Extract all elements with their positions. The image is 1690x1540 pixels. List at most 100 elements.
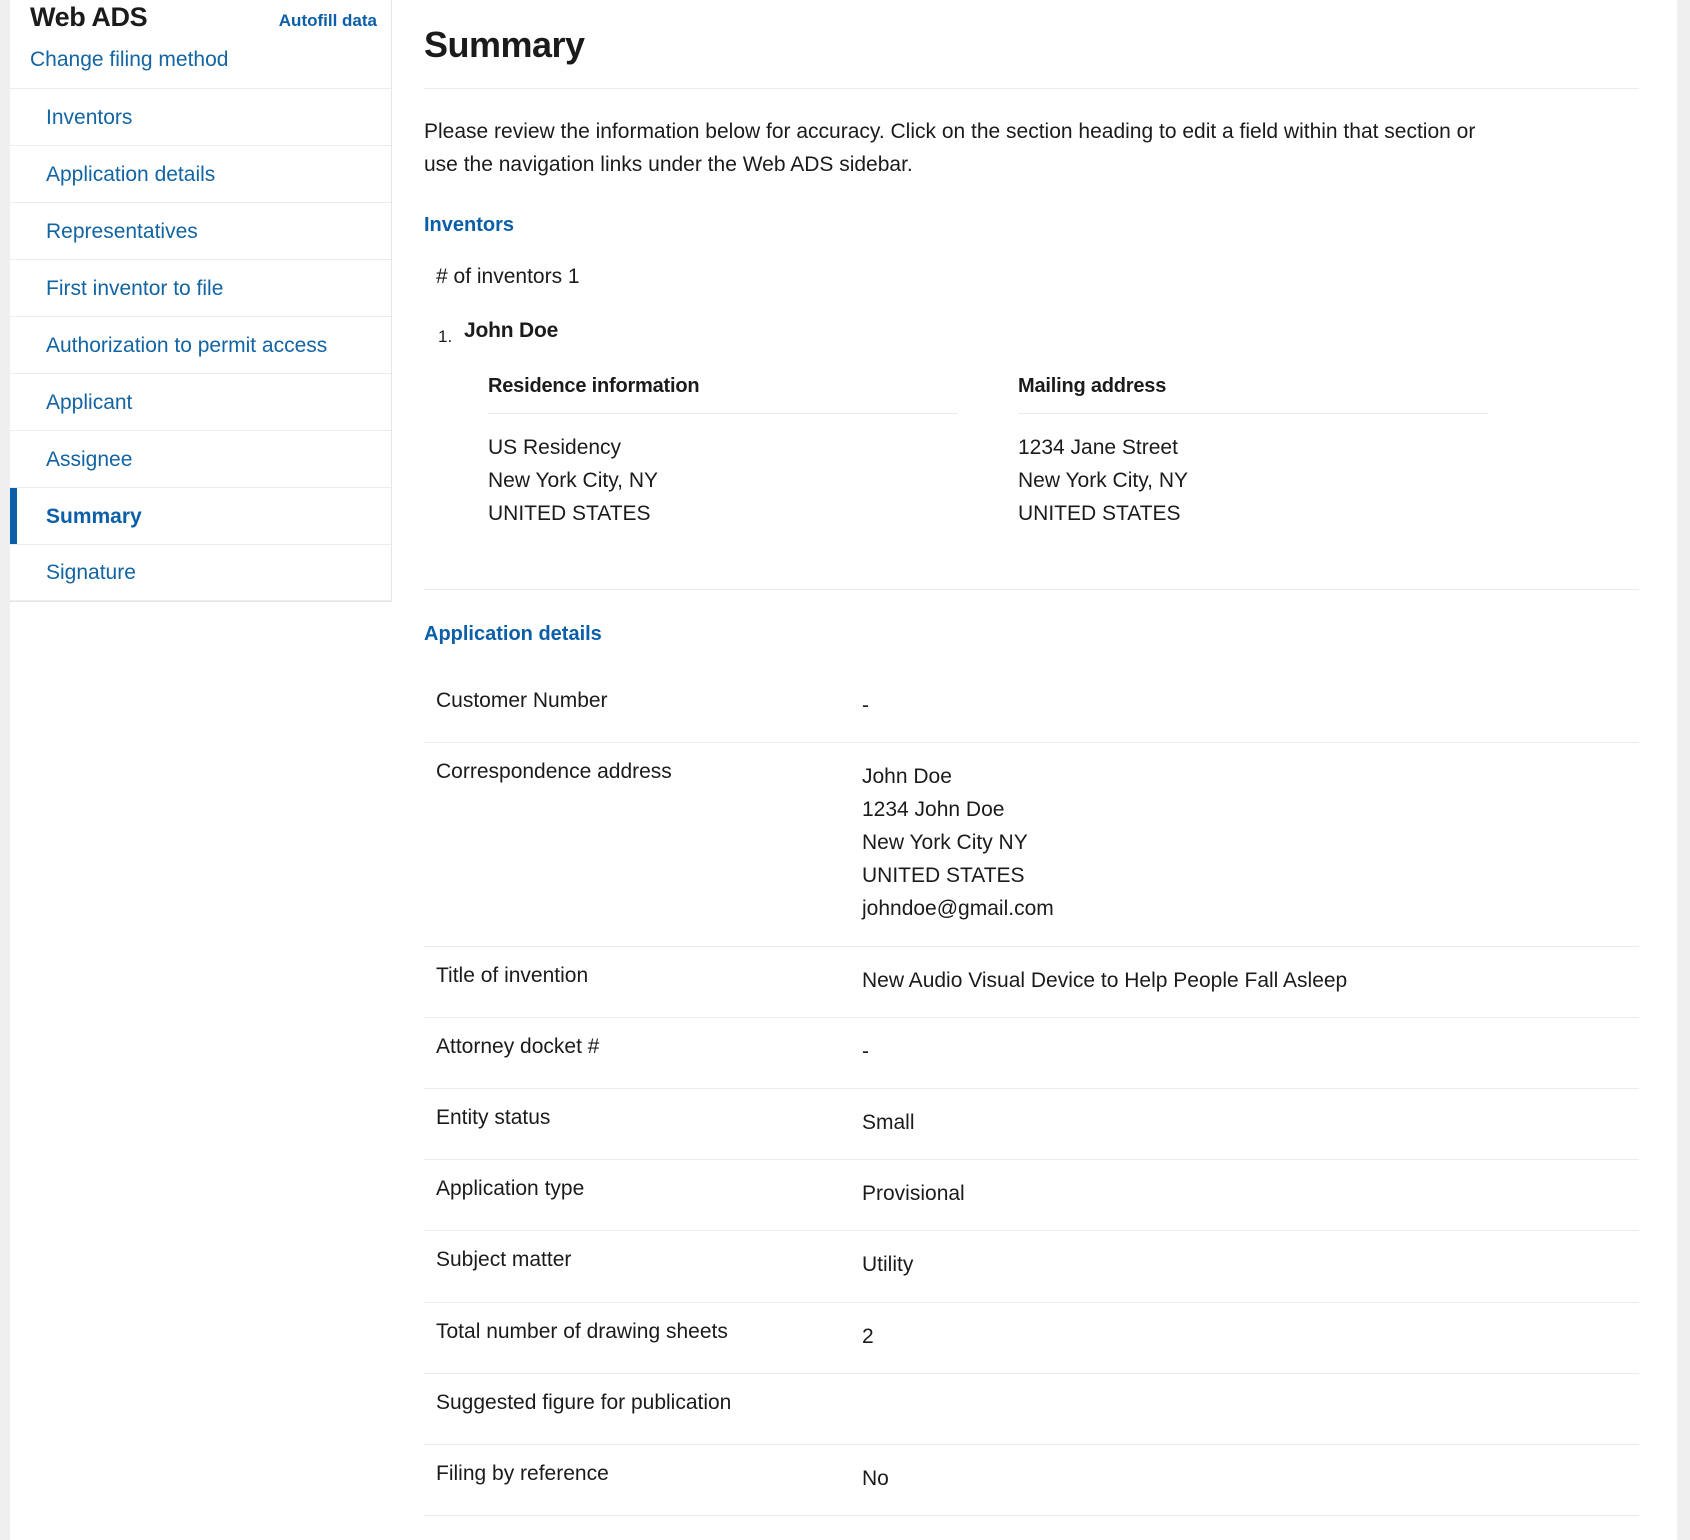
residence-address-lines: US Residency New York City, NY UNITED STAT… bbox=[488, 431, 958, 531]
sidebar-item-first-inventor-to-file[interactable]: First inventor to file bbox=[10, 259, 391, 316]
detail-value-lines: New Audio Visual Device to Help People F… bbox=[862, 964, 1639, 997]
detail-value-lines: Utility bbox=[862, 1248, 1639, 1281]
detail-value: New Audio Visual Device to Help People F… bbox=[852, 946, 1639, 1018]
inventors-section-divider bbox=[424, 588, 1639, 590]
mailing-address-title: Mailing address bbox=[1018, 375, 1488, 415]
sidebar-item-applicant[interactable]: Applicant bbox=[10, 373, 391, 430]
table-row: Application type Provisional bbox=[424, 1159, 1639, 1232]
sidebar-item-signature[interactable]: Signature bbox=[10, 544, 391, 601]
table-row: Correspondence address John Doe 1234 John … bbox=[424, 742, 1639, 947]
detail-value-lines: 2 bbox=[862, 1320, 1639, 1353]
sidebar-header: Web ADS Autofill data bbox=[10, 0, 391, 34]
detail-label: Total number of drawing sheets bbox=[424, 1302, 852, 1374]
sidebar-nav-list: Inventors Application details Representati… bbox=[10, 88, 391, 601]
residence-address-title: Residence information bbox=[488, 375, 958, 415]
detail-value-line: johndoe@gmail.com bbox=[862, 897, 1054, 921]
detail-value-line: New York City NY bbox=[862, 831, 1028, 855]
inventors-container: 1. John Doe Residence information US Reside… bbox=[424, 319, 1639, 531]
table-row: Customer Number - bbox=[424, 671, 1639, 743]
summary-main-content: Summary Please review the information be… bbox=[424, 0, 1639, 1517]
detail-value-line: John Doe bbox=[862, 764, 952, 788]
page-title: Summary bbox=[424, 24, 585, 65]
autofill-data-link[interactable]: Autofill data bbox=[279, 4, 377, 38]
detail-label: Customer Number bbox=[424, 671, 852, 743]
inventor-address-columns: Residence information US Residency New Yor… bbox=[464, 375, 1639, 531]
detail-label: Correspondence address bbox=[424, 742, 852, 947]
detail-value-line: Provisional bbox=[862, 1182, 965, 1206]
left-gutter bbox=[0, 0, 10, 1540]
detail-value-lines: John Doe 1234 John Doe New York City NY UNI… bbox=[862, 760, 1639, 926]
section-heading-application-details[interactable]: Application details bbox=[424, 623, 602, 646]
intro-paragraph: Please review the information below for … bbox=[424, 120, 1476, 176]
sidebar-item-label[interactable]: First inventor to file bbox=[10, 260, 391, 317]
section-heading-inventors[interactable]: Inventors bbox=[424, 214, 514, 237]
sidebar-item-label[interactable]: Authorization to permit access bbox=[10, 317, 391, 374]
residence-address-column: Residence information US Residency New Yor… bbox=[488, 375, 958, 531]
sidebar-item-label[interactable]: Inventors bbox=[10, 89, 391, 146]
detail-label: Attorney docket # bbox=[424, 1017, 852, 1089]
detail-label: Subject matter bbox=[424, 1230, 852, 1303]
detail-value: John Doe 1234 John Doe New York City NY UNI… bbox=[852, 742, 1639, 947]
sidebar-item-label[interactable]: Applicant bbox=[10, 374, 391, 431]
table-row: Subject matter Utility bbox=[424, 1230, 1639, 1303]
inventor-body: John Doe Residence information US Residenc… bbox=[464, 319, 1639, 531]
detail-value bbox=[852, 1373, 1639, 1445]
detail-value-lines: Small bbox=[862, 1106, 1639, 1139]
right-scrollbar-gutter[interactable] bbox=[1677, 0, 1690, 1540]
detail-value-lines bbox=[862, 1391, 1639, 1424]
mailing-address-lines: 1234 Jane Street New York City, NY UNITED … bbox=[1018, 431, 1488, 531]
detail-value: Utility bbox=[852, 1230, 1639, 1303]
web-ads-sidebar: Web ADS Autofill data Change filing meth… bbox=[10, 0, 392, 602]
detail-value: - bbox=[852, 1017, 1639, 1089]
address-line: New York City, NY bbox=[488, 469, 658, 493]
sidebar-item-inventors[interactable]: Inventors bbox=[10, 88, 391, 145]
detail-value-line: 2 bbox=[862, 1324, 874, 1348]
sidebar-item-application-details[interactable]: Application details bbox=[10, 145, 391, 202]
inventor-name: John Doe bbox=[464, 319, 559, 343]
sidebar-item-label[interactable]: Representatives bbox=[10, 203, 391, 260]
sidebar-item-label[interactable]: Application details bbox=[10, 146, 391, 203]
sidebar-item-representatives[interactable]: Representatives bbox=[10, 202, 391, 259]
address-line: US Residency bbox=[488, 436, 622, 460]
table-row: Entity status Small bbox=[424, 1088, 1639, 1161]
detail-value-line: Small bbox=[862, 1110, 915, 1134]
inventor-index: 1. bbox=[438, 327, 453, 347]
inventor-entry: 1. John Doe Residence information US Reside… bbox=[424, 319, 1639, 531]
mailing-address-column: Mailing address 1234 Jane Street New York … bbox=[1018, 375, 1488, 531]
address-line: UNITED STATES bbox=[1018, 502, 1181, 526]
detail-label: Suggested figure for publication bbox=[424, 1373, 852, 1445]
sidebar-item-assignee[interactable]: Assignee bbox=[10, 430, 391, 487]
sidebar-item-label[interactable]: Assignee bbox=[10, 431, 391, 488]
detail-value: - bbox=[852, 671, 1639, 743]
detail-value-line bbox=[862, 1391, 1639, 1424]
detail-label: Application type bbox=[424, 1159, 852, 1232]
detail-value: Provisional bbox=[852, 1159, 1639, 1232]
page-canvas: Web ADS Autofill data Change filing meth… bbox=[10, 0, 1677, 1540]
application-details-table: Customer Number - Correspondence address Jo… bbox=[424, 671, 1639, 1517]
detail-value-lines: - bbox=[862, 689, 1639, 722]
detail-value-lines: Provisional bbox=[862, 1177, 1639, 1210]
change-filing-method-link[interactable]: Change filing method bbox=[10, 34, 391, 88]
address-line: New York City, NY bbox=[1018, 469, 1188, 493]
table-row: Title of invention New Audio Visual Devic… bbox=[424, 946, 1639, 1018]
app-title: Web ADS bbox=[30, 2, 148, 32]
detail-label: Entity status bbox=[424, 1088, 852, 1161]
table-row: Suggested figure for publication bbox=[424, 1373, 1639, 1445]
detail-value-line: - bbox=[862, 1039, 869, 1063]
detail-value-line: No bbox=[862, 1466, 889, 1490]
sidebar-item-label[interactable]: Signature bbox=[10, 544, 391, 601]
table-row: Filing by reference No bbox=[424, 1444, 1639, 1517]
address-line: 1234 Jane Street bbox=[1018, 436, 1178, 460]
detail-value: No bbox=[852, 1444, 1639, 1517]
inventor-count-label: # of inventors 1 bbox=[436, 265, 580, 289]
detail-value-line: 1234 John Doe bbox=[862, 797, 1005, 821]
detail-value-lines: No bbox=[862, 1462, 1639, 1495]
detail-value: 2 bbox=[852, 1302, 1639, 1374]
title-divider bbox=[424, 88, 1639, 89]
detail-label: Title of invention bbox=[424, 946, 852, 1018]
sidebar-item-summary[interactable]: Summary bbox=[10, 487, 391, 544]
sidebar-item-authorization-to-permit-access[interactable]: Authorization to permit access bbox=[10, 316, 391, 373]
detail-value-lines: - bbox=[862, 1035, 1639, 1068]
sidebar-item-label[interactable]: Summary bbox=[10, 488, 391, 545]
detail-value-line: Utility bbox=[862, 1253, 914, 1277]
